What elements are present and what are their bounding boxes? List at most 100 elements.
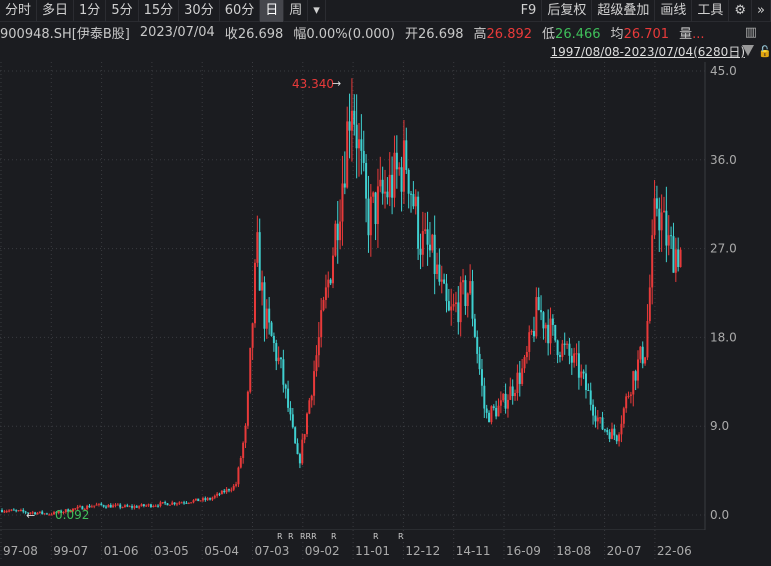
candle-body — [462, 280, 465, 283]
candle-body — [272, 335, 275, 344]
period-tab-4[interactable]: 15分 — [139, 0, 180, 22]
candle-body — [57, 510, 60, 513]
toolbar-button-4[interactable]: 工具 — [692, 0, 730, 22]
candle-body — [440, 279, 443, 282]
layout-panel-icon[interactable]: ▥ — [745, 25, 757, 40]
candle-body — [339, 221, 342, 241]
period-tab-1[interactable]: 多日 — [37, 0, 75, 22]
toolbar-button-0[interactable]: F9 — [516, 0, 543, 22]
candle-body — [525, 351, 528, 358]
candle-body — [225, 489, 228, 493]
x-tick-label: 09-02 — [305, 544, 340, 558]
candle-body — [114, 504, 117, 506]
candle-body — [348, 121, 351, 131]
candle-body — [665, 210, 668, 246]
candle-body — [459, 282, 462, 323]
period-tab-3[interactable]: 5分 — [106, 0, 139, 22]
candle-body — [199, 500, 202, 502]
candle-body — [298, 454, 301, 464]
candle-body — [436, 264, 439, 275]
candle-body — [625, 396, 628, 409]
candle-body — [469, 281, 472, 294]
toolbar-button-1[interactable]: 后复权 — [542, 0, 593, 22]
candle-body — [346, 121, 349, 188]
candle-body — [400, 167, 403, 192]
period-tab-6[interactable]: 60分 — [220, 0, 261, 22]
settings-gear-icon[interactable]: ⚙ — [729, 0, 753, 22]
toolbar-button-2[interactable]: 超级叠加 — [592, 0, 656, 22]
candle-body — [589, 390, 592, 405]
range-dropdown-icon[interactable] — [742, 45, 754, 56]
candle-body — [428, 244, 431, 251]
candle-body — [542, 312, 545, 329]
candle-body — [237, 467, 240, 485]
candle-body — [514, 393, 517, 397]
period-tab-8[interactable]: 周 — [284, 0, 309, 22]
rights-marker: R — [331, 532, 337, 541]
candle-body — [421, 231, 424, 255]
unlock-icon[interactable]: 🔓 — [758, 45, 771, 58]
candle-body — [194, 498, 197, 501]
candle-body — [60, 510, 63, 513]
period-tab-2[interactable]: 1分 — [74, 0, 107, 22]
y-tick-label: 9.0 — [710, 419, 729, 433]
candle-body — [112, 505, 115, 508]
candle-body — [187, 502, 190, 504]
candle-body — [632, 371, 635, 395]
candle-body — [334, 223, 337, 256]
candle-body — [48, 514, 51, 516]
candle-body — [648, 287, 651, 322]
candle-body — [29, 512, 32, 514]
candle-body — [544, 324, 547, 329]
candle-body — [376, 186, 379, 225]
candle-body — [64, 509, 67, 513]
y-tick-label: 0.0 — [710, 508, 729, 522]
candle-body — [36, 512, 39, 515]
candle-body — [211, 497, 214, 500]
candle-body — [362, 150, 365, 164]
candle-body — [523, 357, 526, 369]
candle-body — [596, 417, 599, 422]
candle-body — [471, 281, 474, 319]
min-price-label: 0.092 — [55, 508, 89, 522]
candle-body — [445, 283, 448, 302]
toolbar-button-3[interactable]: 画线 — [655, 0, 693, 22]
date-range-selector[interactable]: 1997/08/08-2023/07/04(6280日) — [550, 43, 745, 60]
candle-body — [641, 346, 644, 364]
candle-body — [599, 417, 602, 419]
candle-body — [452, 304, 455, 307]
kline-chart[interactable]: 45.0 36.0 27.0 18.0 9.0 0.0 97-08 99-07 01-06 03-… — [0, 0, 771, 566]
period-tab-5[interactable]: 30分 — [179, 0, 220, 22]
candle-body — [528, 332, 531, 352]
close-value: 26.698 — [237, 26, 284, 42]
candle-body — [303, 434, 306, 440]
candle-body — [83, 509, 86, 511]
candle-body — [27, 512, 30, 514]
candle-body — [592, 404, 595, 416]
candle-body — [86, 505, 89, 510]
candle-body — [43, 513, 46, 515]
candle-body — [504, 393, 507, 409]
candle-body — [197, 498, 200, 502]
candle-body — [535, 297, 538, 337]
open-value: 26.698 — [418, 26, 464, 42]
period-tab-7[interactable]: 日 — [260, 0, 285, 22]
candle-body — [620, 423, 623, 435]
candle-body — [204, 498, 207, 500]
candle-body — [417, 196, 420, 249]
candle-body — [275, 343, 278, 362]
candle-body — [502, 393, 505, 401]
candle-body — [608, 432, 611, 439]
more-periods-dropdown[interactable]: ▾ — [308, 0, 326, 22]
candle-body — [308, 400, 311, 414]
candle-body — [296, 443, 299, 455]
candle-body — [667, 235, 670, 246]
candle-body — [327, 279, 330, 288]
candle-body — [74, 508, 77, 510]
period-tab-0[interactable]: 分时 — [0, 0, 38, 22]
expand-chevron-icon[interactable]: » — [752, 0, 771, 22]
candle-body — [499, 400, 502, 406]
candle-body — [67, 509, 70, 512]
candle-body — [220, 490, 223, 495]
candle-body — [584, 373, 587, 391]
